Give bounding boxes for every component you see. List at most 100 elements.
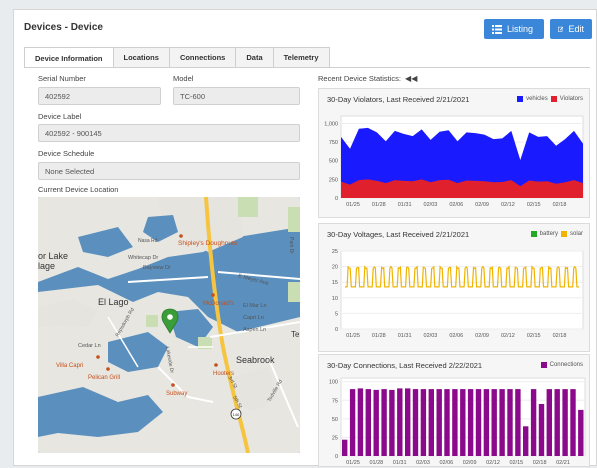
violators-chart: 30-Day Violators, Last Received 2/21/202…	[318, 88, 590, 218]
bar	[412, 389, 419, 456]
map-label: McDonald's	[203, 301, 234, 307]
bar	[538, 404, 545, 456]
edit-button[interactable]: Edit	[550, 19, 592, 39]
y-tick-label: 5	[335, 311, 338, 317]
y-tick-label: 250	[329, 177, 338, 183]
map-label: Aspen Ln	[243, 327, 266, 333]
list-icon	[492, 24, 502, 34]
bar	[562, 389, 568, 456]
serial-number-field[interactable]: 402592	[38, 87, 161, 105]
map-label: Nasa Rd	[138, 238, 158, 244]
model-label: Model	[173, 74, 194, 83]
x-tick-label: 01/31	[393, 460, 407, 466]
collapse-icon[interactable]: ◀◀	[405, 74, 417, 83]
bar	[460, 389, 466, 456]
x-tick-label: 02/06	[439, 460, 453, 466]
bar	[342, 439, 348, 456]
bar	[467, 389, 474, 456]
bar	[389, 389, 395, 456]
bar	[475, 389, 482, 456]
bar	[405, 388, 411, 456]
x-tick-label: 02/03	[424, 202, 438, 208]
serial-number-label: Serial Number	[38, 74, 86, 83]
map-label: Pelican Grill	[88, 375, 120, 381]
y-tick-label: 0	[335, 454, 338, 460]
x-tick-label: 01/25	[346, 202, 360, 208]
tab-locations[interactable]: Locations	[112, 47, 170, 67]
bar	[570, 389, 576, 456]
chart-title: 30-Day Connections, Last Received 2/22/2…	[327, 361, 483, 370]
edit-icon	[558, 26, 564, 32]
page-title: Devices - Device	[24, 22, 103, 33]
bar	[515, 389, 521, 456]
model-field[interactable]: TC-600	[173, 87, 300, 105]
device-schedule-label: Device Schedule	[38, 149, 95, 158]
chart-legend: battery solar	[530, 231, 583, 237]
legend-label: Violators	[559, 96, 583, 102]
device-label-label: Device Label	[38, 112, 82, 121]
bar	[349, 389, 356, 456]
bar	[483, 389, 490, 456]
x-tick-label: 01/28	[372, 333, 386, 339]
bar	[428, 389, 434, 456]
chart-legend: vehicles Violators	[517, 96, 583, 102]
y-tick-label: 15	[332, 280, 338, 286]
x-tick-label: 02/18	[533, 460, 547, 466]
map-label: Capri Ln	[243, 315, 264, 321]
x-tick-label: 02/06	[449, 333, 463, 339]
legend-swatch	[550, 96, 557, 102]
bar	[420, 389, 427, 456]
map-label: Park Dr	[288, 237, 294, 254]
legend-label: vehicles	[526, 96, 548, 102]
location-map[interactable]: Shipley's Doughnuts Whitecap Dr Bayview …	[38, 197, 300, 453]
x-tick-label: 02/15	[527, 202, 541, 208]
map-canvas: Shipley's Doughnuts Whitecap Dr Bayview …	[38, 197, 300, 453]
x-tick-label: 02/12	[501, 202, 515, 208]
bar	[373, 389, 379, 456]
bar	[499, 389, 505, 456]
bar	[530, 389, 537, 456]
map-label: lage	[38, 261, 55, 271]
recent-stats-label: Recent Device Statistics:	[318, 74, 401, 83]
area-series-violators	[341, 179, 583, 198]
chart-legend: Connections	[540, 362, 583, 368]
y-tick-label: 500	[329, 159, 338, 165]
bar	[365, 389, 371, 456]
x-tick-label: 02/21	[556, 460, 570, 466]
bar	[546, 389, 552, 456]
tab-device-information[interactable]: Device Information	[24, 47, 114, 68]
voltages-chart: 30-Day Voltages, Last Received 2/21/2021…	[318, 223, 590, 352]
tab-connections[interactable]: Connections	[168, 47, 237, 67]
x-tick-label: 01/25	[346, 333, 360, 339]
bar	[491, 389, 497, 456]
listing-button[interactable]: Listing	[484, 19, 544, 39]
y-tick-label: 25	[332, 249, 338, 255]
y-tick-label: 1,000	[324, 121, 338, 127]
x-tick-label: 01/31	[398, 333, 412, 339]
y-tick-label: 75	[332, 398, 338, 404]
recent-stats-title: Recent Device Statistics: ◀◀	[318, 74, 417, 83]
x-tick-label: 02/12	[486, 460, 500, 466]
tab-telemetry[interactable]: Telemetry	[272, 47, 330, 67]
legend-label: Connections	[549, 362, 583, 368]
x-tick-label: 01/28	[372, 202, 386, 208]
device-label-field[interactable]: 402592 - 900145	[38, 124, 300, 142]
map-label: Seabrook	[236, 355, 275, 365]
y-tick-label: 0	[335, 196, 338, 202]
legend-swatch	[517, 96, 524, 102]
plot-area	[340, 250, 584, 330]
map-label: Shipley's Doughnuts	[178, 240, 238, 247]
listing-button-label: Listing	[507, 24, 534, 34]
map-label: or Lake	[38, 251, 68, 261]
device-schedule-field[interactable]: None Selected	[38, 162, 300, 180]
map-label: Villa Capri	[56, 363, 83, 369]
chart-title: 30-Day Violators, Last Received 2/21/202…	[327, 95, 470, 104]
x-tick-label: 02/09	[463, 460, 477, 466]
y-tick-label: 50	[332, 417, 338, 423]
map-label: Subway	[166, 391, 187, 397]
legend-swatch	[560, 231, 567, 237]
map-label: Bayview Dr	[143, 265, 171, 271]
bar	[523, 426, 529, 456]
highway-shield: 146	[233, 412, 240, 417]
tab-data[interactable]: Data	[235, 47, 274, 67]
